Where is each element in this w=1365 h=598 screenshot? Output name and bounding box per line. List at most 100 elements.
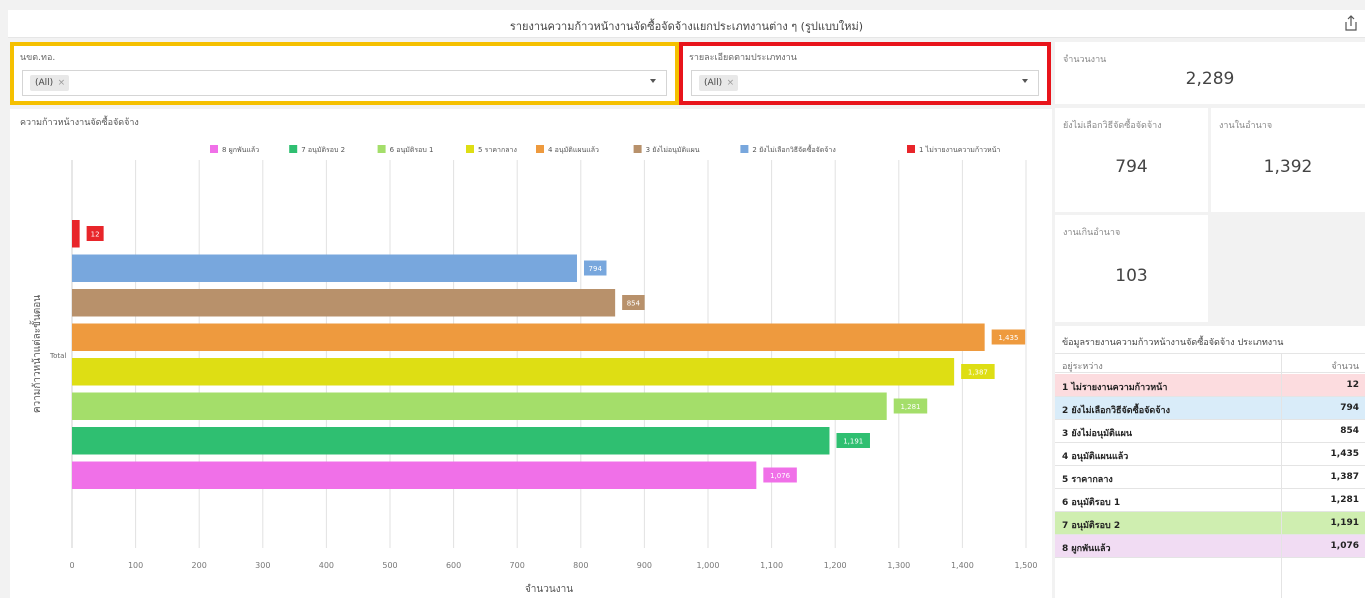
table-title: ข้อมูลรายงานความก้าวหน้างานจัดซื้อจัดจ้า… [1062, 338, 1284, 348]
chip-remove-icon[interactable]: × [727, 75, 735, 91]
column-header-status[interactable]: อยู่ระหว่าง [1062, 359, 1103, 373]
data-label: 12 [91, 231, 100, 239]
table-row-label: 5 ราคากลาง [1062, 475, 1113, 485]
x-tick-label: 500 [382, 561, 397, 570]
table-row-label: 2 ยังไม่เลือกวิธีจัดซื้อจัดจ้าง [1062, 406, 1170, 416]
column-header-count[interactable]: จำนวน [1331, 359, 1359, 373]
bar [72, 254, 577, 282]
dashboard: รายงานความก้าวหน้างานจัดซื้อจัดจ้างแยกปร… [0, 0, 1365, 598]
table-row-value: 1,387 [1330, 472, 1359, 482]
column-divider [1281, 353, 1282, 598]
bar [72, 220, 80, 248]
kpi-in-authority: งานในอำนาจ 1,392 [1211, 108, 1365, 212]
filter-org-select[interactable]: (All) × [22, 70, 667, 96]
legend-label: 7 อนุมัติรอบ 2 [301, 146, 345, 154]
filter-org-label: นขต.ทอ. [20, 53, 56, 63]
table-row[interactable]: 7 อนุมัติรอบ 2 1,191 [1055, 512, 1365, 535]
kpi-in-authority-value: 1,392 [1263, 157, 1313, 177]
chip-remove-icon[interactable]: × [58, 75, 66, 91]
table-row[interactable]: 2 ยังไม่เลือกวิธีจัดซื้อจัดจ้าง 794 [1055, 397, 1365, 420]
bar [72, 392, 887, 420]
plot-area [72, 160, 1026, 548]
kpi-in-authority-label: งานในอำนาจ [1219, 121, 1273, 131]
x-tick-label: 600 [446, 561, 461, 570]
filter-org-chip: (All) × [30, 75, 70, 91]
table-row-value: 1,076 [1330, 541, 1359, 551]
bar [72, 323, 985, 351]
data-label: 1,281 [900, 403, 920, 411]
kpi-total-value: 2,289 [1185, 69, 1235, 89]
legend-label: 6 อนุมัติรอบ 1 [390, 146, 434, 154]
data-label: 1,387 [968, 369, 988, 377]
x-tick-label: 1,200 [824, 561, 847, 570]
table-row-value: 794 [1340, 403, 1359, 413]
table-row-value: 1,281 [1330, 495, 1359, 505]
legend-label: 8 ผูกพันแล้ว [222, 146, 259, 154]
table-row-value: 854 [1340, 426, 1359, 436]
table-row[interactable]: 6 อนุมัติรอบ 1 1,281 [1055, 489, 1365, 512]
table-row-label: 1 ไม่รายงานความก้าวหน้า [1062, 383, 1168, 393]
x-tick-label: 1,300 [887, 561, 910, 570]
share-icon[interactable] [1343, 14, 1359, 32]
filter-work-type-chip: (All) × [699, 75, 739, 91]
table-row-value: 1,435 [1330, 449, 1359, 459]
chevron-down-icon[interactable] [650, 79, 656, 83]
filter-work-type-select[interactable]: (All) × [691, 70, 1039, 96]
table-row[interactable]: 5 ราคากลาง 1,387 [1055, 466, 1365, 489]
legend-swatch [210, 145, 218, 153]
x-tick-label: 1,500 [1015, 561, 1038, 570]
chevron-down-icon[interactable] [1022, 79, 1028, 83]
table-row[interactable]: 1 ไม่รายงานความก้าวหน้า 12 [1055, 374, 1365, 397]
bar [72, 461, 757, 489]
legend-swatch [536, 145, 544, 153]
x-tick-label: 900 [637, 561, 652, 570]
bar [72, 289, 616, 317]
x-tick-label: 1,000 [697, 561, 720, 570]
legend-label: 2 ยังไม่เลือกวิธีจัดซื้อจัดจ้าง [752, 143, 835, 154]
x-axis-label: จำนวนงาน [525, 584, 573, 595]
title-bar: รายงานความก้าวหน้างานจัดซื้อจัดจ้างแยกปร… [8, 10, 1365, 38]
table-row[interactable]: 3 ยังไม่อนุมัติแผน 854 [1055, 420, 1365, 443]
filter-work-type-panel: รายละเอียดตามประเภทงาน (All) × [679, 42, 1051, 105]
kpi-over-authority-label: งานเกินอำนาจ [1063, 228, 1121, 238]
bar [72, 358, 955, 386]
data-label: 1,076 [770, 472, 791, 480]
legend-swatch [289, 145, 298, 153]
legend-swatch [633, 145, 642, 153]
kpi-no-method: ยังไม่เลือกวิธีจัดซื้อจัดจ้าง 794 [1055, 108, 1208, 212]
table-row-value: 1,191 [1330, 518, 1359, 528]
kpi-no-method-value: 794 [1115, 157, 1148, 177]
kpi-over-authority-value: 103 [1115, 266, 1148, 286]
legend-label: 1 ไม่รายงานความก้าวหน้า [919, 145, 1000, 154]
data-label: 854 [627, 300, 641, 308]
legend-label: 3 ยังไม่อนุมัติแผน [646, 145, 700, 154]
table-row-label: 6 อนุมัติรอบ 1 [1062, 498, 1121, 508]
x-tick-label: 300 [255, 561, 270, 570]
page-title: รายงานความก้าวหน้างานจัดซื้อจัดจ้างแยกปร… [509, 20, 864, 33]
data-label: 1,191 [843, 438, 863, 446]
filter-work-type-label: รายละเอียดตามประเภทงาน [689, 53, 797, 63]
table-row-label: 7 อนุมัติรอบ 2 [1062, 521, 1121, 531]
legend-swatch [907, 145, 915, 153]
data-label: 1,435 [998, 334, 1018, 342]
legend-label: 5 ราคากลาง [478, 146, 517, 154]
x-tick-label: 800 [573, 561, 588, 570]
table-header: อยู่ระหว่าง จำนวน [1055, 353, 1365, 373]
progress-bar-chart: 0 100 200 300 400 500 600 700 800 900 1,000 1,100 1,… [29, 143, 1038, 595]
x-tick-label: 200 [192, 561, 207, 570]
table-row-value: 12 [1346, 380, 1359, 390]
legend-swatch [740, 145, 749, 153]
filter-work-type-chip-label: (All) [704, 78, 723, 88]
table-row[interactable]: 8 ผูกพันแล้ว 1,076 [1055, 535, 1365, 558]
progress-table-panel: ข้อมูลรายงานความก้าวหน้างานจัดซื้อจัดจ้า… [1055, 326, 1365, 598]
kpi-total: จำนวนงาน 2,289 [1055, 42, 1365, 104]
x-tick-label: 700 [510, 561, 525, 570]
table-row-label: 3 ยังไม่อนุมัติแผน [1062, 429, 1133, 439]
legend-label: 4 อนุมัติแผนแล้ว [548, 146, 599, 154]
kpi-no-method-label: ยังไม่เลือกวิธีจัดซื้อจัดจ้าง [1063, 121, 1162, 131]
progress-chart-panel: ความก้าวหน้างานจัดซื้อจัดจ้าง 0 100 200 300… [10, 109, 1052, 598]
kpi-total-label: จำนวนงาน [1063, 55, 1107, 65]
x-tick-label: 1,400 [951, 561, 974, 570]
table-row[interactable]: 4 อนุมัติแผนแล้ว 1,435 [1055, 443, 1365, 466]
x-tick-label: 100 [128, 561, 143, 570]
